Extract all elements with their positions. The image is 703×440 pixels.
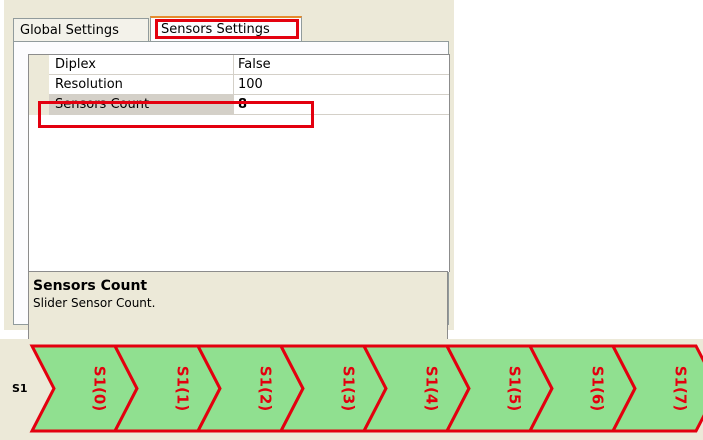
property-row-diplex[interactable]: Diplex False	[29, 55, 449, 75]
help-description: Slider Sensor Count.	[33, 296, 156, 310]
property-row-resolution[interactable]: Resolution 100	[29, 75, 449, 95]
slider-segment-label: S1(4)	[423, 366, 441, 411]
row-gutter	[29, 55, 49, 75]
property-name: Resolution	[55, 77, 123, 92]
property-name: Diplex	[55, 57, 96, 72]
property-value[interactable]: False	[238, 55, 271, 75]
property-value[interactable]: 100	[238, 75, 263, 95]
tab-label: Sensors Settings	[161, 22, 270, 37]
slider-segment-label: S1(7)	[672, 366, 690, 411]
slider-segment-label: S1(1)	[174, 366, 192, 411]
help-title: Sensors Count	[33, 278, 148, 294]
slider-widget: S1 S1(0) S1(1) S1(2) S1(3) S1(4) S1(5) S1(6) S1…	[0, 339, 703, 440]
slider-segment-label: S1(0)	[91, 366, 109, 411]
row-gutter	[29, 75, 49, 95]
slider-label: S1	[12, 382, 28, 395]
property-panel: Global Settings Sensors Settings Diplex …	[4, 0, 454, 366]
slider-segment-label: S1(6)	[589, 366, 607, 411]
tab-label: Global Settings	[20, 23, 119, 38]
column-divider	[233, 55, 234, 75]
property-grid: Diplex False Resolution 100 Sensors Coun…	[28, 54, 450, 272]
slider-segment-label: S1(3)	[340, 366, 358, 411]
tab-sensors-settings[interactable]: Sensors Settings	[150, 16, 302, 42]
column-divider	[233, 75, 234, 95]
slider-segment-label: S1(5)	[506, 366, 524, 411]
highlight-box	[38, 101, 314, 128]
slider-segment-label: S1(2)	[257, 366, 275, 411]
slider-chevrons: S1 S1(0) S1(1) S1(2) S1(3) S1(4) S1(5) S1(6) S1…	[12, 344, 703, 433]
tab-content: Diplex False Resolution 100 Sensors Coun…	[13, 41, 450, 366]
